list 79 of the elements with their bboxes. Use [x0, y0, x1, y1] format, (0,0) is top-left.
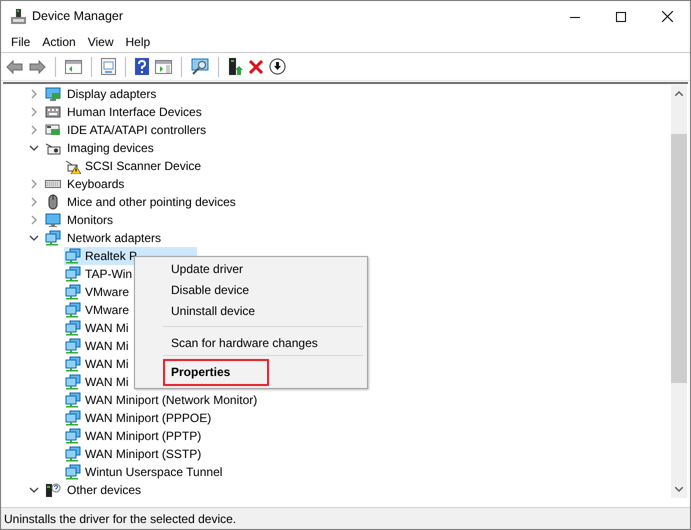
network-adapter-icon: [65, 320, 81, 336]
collapse-chevron-icon[interactable]: [29, 233, 39, 243]
tree-item[interactable]: Mice and other pointing devices: [66, 193, 237, 211]
expand-chevron-icon[interactable]: [29, 107, 39, 117]
network-adapter-icon: [65, 428, 81, 444]
tree-item[interactable]: WAN Miniport (SSTP): [83, 445, 202, 463]
expand-chevron-icon[interactable]: [29, 89, 39, 99]
expand-chevron-icon[interactable]: [29, 125, 39, 135]
controller-icon: [45, 122, 61, 138]
network-adapter-icon: [65, 338, 81, 354]
scroll-up-icon[interactable]: [675, 91, 683, 96]
menu-item[interactable]: Action: [36, 32, 82, 52]
forward-icon[interactable]: [29, 60, 46, 74]
tree-item[interactable]: WAN Mi: [83, 319, 129, 337]
expand-chevron-icon[interactable]: [29, 197, 39, 207]
context-menu-item[interactable]: Update driver: [163, 258, 244, 279]
unknown-device-icon: [45, 482, 61, 498]
network-adapter-icon: [65, 248, 81, 264]
warning-scanner-icon: [65, 158, 81, 174]
tree-item[interactable]: Wintun Userspace Tunnel: [83, 463, 222, 481]
app-icon: [11, 8, 26, 24]
tree-item[interactable]: Monitors: [66, 211, 114, 229]
tree-item[interactable]: Imaging devices: [66, 139, 155, 157]
network-adapter-icon: [65, 410, 81, 426]
expand-chevron-icon[interactable]: [29, 215, 39, 225]
tree-item[interactable]: WAN Miniport (Network Monitor): [83, 391, 258, 409]
tree-item[interactable]: Keyboards: [66, 175, 126, 193]
network-adapter-icon: [65, 374, 81, 390]
action-pane-icon[interactable]: [155, 60, 172, 74]
tree-item[interactable]: VMware: [83, 283, 130, 301]
tree-item[interactable]: Human Interface Devices: [66, 103, 203, 121]
window-title: Device Manager: [32, 8, 124, 26]
status-text: Uninstalls the driver for the selected device.: [4, 510, 236, 528]
scrollbar[interactable]: [671, 85, 687, 498]
context-menu-item[interactable]: Disable device: [163, 279, 250, 300]
tree-item[interactable]: Display adapters: [66, 85, 158, 103]
tree-item[interactable]: Network adapters: [66, 229, 162, 247]
scrollbar-thumb[interactable]: [671, 134, 687, 383]
tree-item[interactable]: SCSI Scanner Device: [83, 157, 202, 175]
tree-item[interactable]: Other devices: [66, 481, 142, 499]
scroll-down-icon[interactable]: [675, 487, 683, 492]
display-adapter-icon: [45, 86, 61, 102]
close-icon: [662, 11, 672, 22]
network-adapter-icon: [65, 302, 81, 318]
menu-item[interactable]: View: [82, 32, 120, 52]
tree-item[interactable]: WAN Miniport (PPTP): [83, 427, 202, 445]
disable-icon[interactable]: [269, 58, 286, 75]
context-menu-item[interactable]: Scan for hardware changes: [163, 332, 318, 353]
menu-item[interactable]: File: [5, 32, 36, 52]
expand-chevron-icon[interactable]: [29, 179, 39, 189]
maximize-icon: [616, 12, 626, 22]
network-adapter-icon: [45, 230, 61, 246]
console-tree-icon[interactable]: [65, 60, 82, 74]
network-adapter-icon: [65, 356, 81, 372]
tree-item[interactable]: WAN Miniport (PPPOE): [83, 409, 212, 427]
collapse-chevron-icon[interactable]: [29, 485, 39, 495]
tree-item[interactable]: TAP-Win: [83, 265, 132, 283]
monitor-icon: [45, 212, 61, 228]
context-menu-item[interactable]: Uninstall device: [163, 300, 256, 321]
tree-item[interactable]: IDE ATA/ATAPI controllers: [66, 121, 208, 139]
network-adapter-icon: [65, 464, 81, 480]
scan-monitor-icon[interactable]: [191, 58, 209, 75]
update-driver-icon[interactable]: [228, 58, 243, 76]
tree-item[interactable]: WAN Mi: [83, 373, 129, 391]
collapse-chevron-icon[interactable]: [29, 143, 39, 153]
tree-item[interactable]: WAN Mi: [83, 337, 129, 355]
network-adapter-icon: [65, 284, 81, 300]
network-adapter-icon: [65, 266, 81, 282]
tree-item[interactable]: VMware: [83, 301, 130, 319]
tree-item[interactable]: WAN Mi: [83, 355, 129, 373]
network-adapter-icon: [65, 392, 81, 408]
back-icon[interactable]: [6, 60, 23, 74]
hid-icon: [45, 104, 61, 120]
network-adapter-icon: [65, 446, 81, 462]
context-menu-item[interactable]: Properties: [163, 358, 269, 386]
properties-icon[interactable]: [101, 58, 116, 75]
menu-item[interactable]: Help: [120, 32, 156, 52]
uninstall-icon[interactable]: [249, 60, 263, 74]
help-icon[interactable]: [135, 58, 149, 75]
